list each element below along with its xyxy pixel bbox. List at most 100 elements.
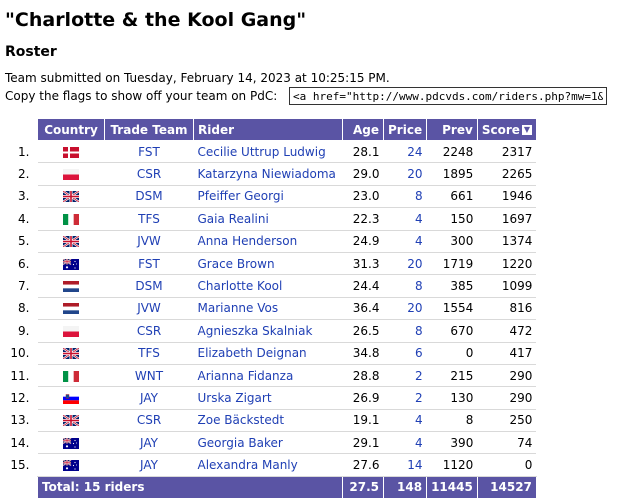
roster-body: 1. FST Cecilie Uttrup Ludwig 28.1 24 2248 2317… — [5, 140, 537, 477]
price-link[interactable]: 20 — [383, 297, 427, 321]
rider-link[interactable]: Pfeiffer Georgi — [193, 185, 343, 209]
uk-flag-icon — [63, 236, 79, 248]
price-link[interactable]: 8 — [383, 274, 427, 298]
rank-cell: 9. — [18, 323, 30, 338]
slovenia-flag-icon — [63, 392, 79, 404]
prev-cell: 130 — [426, 386, 478, 410]
rider-link[interactable]: Alexandra Manly — [193, 453, 343, 477]
trade-team-link[interactable]: CSR — [104, 319, 194, 343]
country-cell — [37, 230, 105, 253]
trade-team-link[interactable]: TFS — [104, 342, 194, 365]
trade-team-link[interactable]: FST — [104, 252, 194, 276]
table-row: 2. CSR Katarzyna Niewiadoma 29.0 20 1895 2265 — [5, 162, 537, 186]
trade-team-link[interactable]: CSR — [104, 162, 194, 186]
trade-team-link[interactable]: JVW — [104, 230, 194, 253]
table-row: 7. DSM Charlotte Kool 24.4 8 385 1099 — [5, 274, 537, 298]
prev-cell: 390 — [426, 431, 478, 455]
table-row: 4. TFS Gaia Realini 22.3 4 150 1697 — [5, 207, 537, 231]
rider-link[interactable]: Grace Brown — [193, 252, 343, 276]
trade-team-header[interactable]: Trade Team — [104, 118, 194, 141]
rider-link[interactable]: Urska Zigart — [193, 386, 343, 410]
trade-team-link[interactable]: JVW — [104, 297, 194, 321]
rank-cell: 15. — [10, 458, 30, 473]
price-link[interactable]: 2 — [383, 364, 427, 388]
total-age: 27.5 — [342, 475, 384, 499]
sort-descending-icon[interactable]: ▼ — [521, 125, 532, 135]
rider-link[interactable]: Agnieszka Skalniak — [193, 319, 343, 343]
trade-team-link[interactable]: JAY — [104, 453, 194, 477]
country-cell — [37, 319, 105, 343]
trade-team-link[interactable]: TFS — [104, 207, 194, 231]
rider-header[interactable]: Rider — [193, 118, 343, 141]
flags-code-input[interactable] — [289, 87, 607, 105]
total-prev: 11445 — [426, 475, 478, 499]
trade-team-link[interactable]: WNT — [104, 364, 194, 388]
rider-link[interactable]: Georgia Baker — [193, 431, 343, 455]
trade-team-link[interactable]: JAY — [104, 386, 194, 410]
score-cell: 816 — [477, 297, 537, 321]
prev-header[interactable]: Prev — [426, 118, 478, 141]
country-cell — [37, 252, 105, 276]
poland-flag-icon — [63, 169, 79, 181]
rider-link[interactable]: Arianna Fidanza — [193, 364, 343, 388]
rider-link[interactable]: Katarzyna Niewiadoma — [193, 162, 343, 186]
trade-team-link[interactable]: DSM — [104, 185, 194, 209]
age-header[interactable]: Age — [342, 118, 384, 141]
table-row: 9. CSR Agnieszka Skalniak 26.5 8 670 472 — [5, 319, 537, 343]
score-cell: 1697 — [477, 207, 537, 231]
country-cell — [37, 162, 105, 186]
rider-link[interactable]: Charlotte Kool — [193, 274, 343, 298]
price-link[interactable]: 24 — [383, 140, 427, 164]
trade-team-link[interactable]: CSR — [104, 409, 194, 433]
trade-team-link[interactable]: JAY — [104, 431, 194, 455]
rider-link[interactable]: Elizabeth Deignan — [193, 342, 343, 365]
price-link[interactable]: 8 — [383, 319, 427, 343]
price-link[interactable]: 4 — [383, 230, 427, 253]
netherlands-flag-icon — [63, 303, 79, 315]
price-header[interactable]: Price — [382, 118, 428, 141]
australia-flag-icon — [63, 460, 79, 472]
price-link[interactable]: 8 — [383, 185, 427, 209]
price-link[interactable]: 20 — [383, 162, 427, 186]
score-cell: 290 — [477, 364, 537, 388]
table-row: 13. CSR Zoe Bäckstedt 19.1 4 8 250 — [5, 409, 537, 433]
table-row: 6. FST Grace Brown 31.3 20 1719 1220 — [5, 252, 537, 276]
score-cell: 1374 — [477, 230, 537, 253]
price-link[interactable]: 4 — [383, 409, 427, 433]
rank-cell: 11. — [10, 368, 30, 383]
price-link[interactable]: 2 — [383, 386, 427, 410]
rider-link[interactable]: Anna Henderson — [193, 230, 343, 253]
price-link[interactable]: 14 — [383, 453, 427, 477]
uk-flag-icon — [63, 415, 79, 427]
score-cell: 417 — [477, 342, 537, 365]
price-link[interactable]: 20 — [383, 252, 427, 276]
age-cell: 19.1 — [342, 409, 384, 433]
trade-team-link[interactable]: FST — [104, 140, 194, 164]
rider-link[interactable]: Marianne Vos — [193, 297, 343, 321]
prev-cell: 2248 — [426, 140, 478, 164]
italy-flag-icon — [63, 370, 79, 382]
age-cell: 27.6 — [342, 453, 384, 477]
country-cell — [37, 140, 105, 164]
country-header[interactable]: Country — [37, 118, 105, 141]
rider-link[interactable]: Gaia Realini — [193, 207, 343, 231]
age-cell: 29.1 — [342, 431, 384, 455]
rank-header — [5, 119, 38, 141]
rider-link[interactable]: Cecilie Uttrup Ludwig — [193, 140, 343, 164]
score-header[interactable]: Score ▼ — [476, 118, 537, 141]
age-cell: 26.5 — [342, 319, 384, 343]
table-row: 3. DSM Pfeiffer Georgi 23.0 8 661 1946 — [5, 185, 537, 209]
price-link[interactable]: 4 — [383, 431, 427, 455]
total-price: 148 — [382, 475, 428, 499]
price-link[interactable]: 6 — [383, 342, 427, 365]
table-row: 15. JAY Alexandra Manly 27.6 14 1120 0 — [5, 453, 537, 477]
prev-cell: 385 — [426, 274, 478, 298]
trade-team-link[interactable]: DSM — [104, 274, 194, 298]
rider-link[interactable]: Zoe Bäckstedt — [193, 409, 343, 433]
roster-table: Country Trade Team Rider Age Price Prev … — [5, 118, 537, 499]
table-row: 1. FST Cecilie Uttrup Ludwig 28.1 24 2248 2317 — [5, 140, 537, 164]
table-header-row: Country Trade Team Rider Age Price Prev … — [5, 118, 537, 141]
age-cell: 29.0 — [342, 162, 384, 186]
price-link[interactable]: 4 — [383, 207, 427, 231]
rank-cell: 3. — [18, 189, 30, 204]
